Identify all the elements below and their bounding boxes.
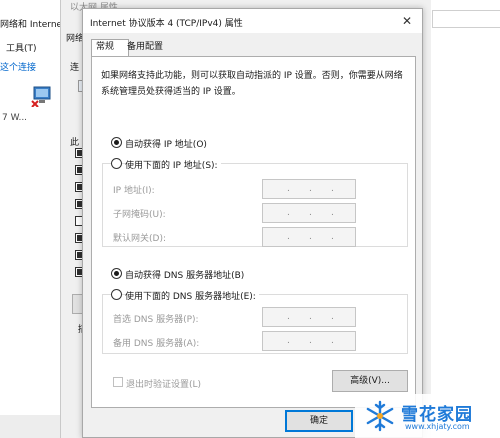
connection-link[interactable]: 这个连接 (0, 60, 36, 73)
dns-auto-radio[interactable] (111, 268, 122, 279)
background-bottom-area (0, 415, 60, 438)
default-gateway-input[interactable]: . . . (262, 227, 356, 247)
ip-auto-radio[interactable] (111, 137, 122, 148)
tcpip-properties-dialog: Internet 协议版本 4 (TCP/IPv4) 属性 ✕ 常规 备用配置 … (82, 8, 423, 438)
watermark: 雪花家园 www.xhjaty.com (355, 394, 500, 438)
ip-dot: . (309, 208, 312, 218)
ip-dot: . (287, 336, 290, 346)
tab-alternate-config[interactable]: 备用配置 (123, 40, 175, 55)
ip-dot: . (331, 208, 334, 218)
alternate-dns-label: 备用 DNS 服务器(A): (113, 339, 200, 349)
close-icon[interactable]: ✕ (398, 12, 416, 30)
watermark-url: www.xhjaty.com (405, 422, 470, 431)
ip-dot: . (331, 336, 334, 346)
intro-text: 如果网络支持此功能，则可以获取自动指派的 IP 设置。否则，你需要从网络系统管理… (101, 71, 403, 97)
network-adapter-icon[interactable] (31, 85, 53, 107)
ip-dot: . (309, 312, 312, 322)
connect-using-label: 连 (70, 63, 80, 73)
ip-dot: . (331, 312, 334, 322)
components-label: 此 (70, 138, 80, 148)
adapter-label: 7 W... (2, 113, 28, 123)
subnet-mask-label: 子网掩码(U): (113, 210, 166, 220)
ip-dot: . (309, 232, 312, 242)
alternate-dns-input[interactable]: . . . (262, 331, 356, 351)
dns-auto-label[interactable]: 自动获得 DNS 服务器地址(B) (125, 268, 244, 281)
ip-dot: . (287, 312, 290, 322)
general-tab-panel: 如果网络支持此功能，则可以获取自动指派的 IP 设置。否则，你需要从网络系统管理… (91, 56, 416, 408)
default-gateway-label: 默认网关(D): (113, 234, 166, 244)
dialog-title: Internet 协议版本 4 (TCP/IPv4) 属性 (90, 19, 243, 29)
search-box[interactable] (432, 10, 500, 28)
preferred-dns-label: 首选 DNS 服务器(P): (113, 315, 199, 325)
subnet-mask-input[interactable]: . . . (262, 203, 356, 223)
ip-address-label: IP 地址(I): (113, 186, 155, 196)
dns-manual-radio[interactable] (111, 289, 122, 300)
ip-dot: . (309, 336, 312, 346)
ip-dot: . (287, 184, 290, 194)
ip-address-input[interactable]: . . . (262, 179, 356, 199)
advanced-button[interactable]: 高级(V)... (332, 370, 408, 392)
validate-settings-checkbox[interactable] (113, 377, 123, 387)
dns-manual-label[interactable]: 使用下面的 DNS 服务器地址(E): (125, 289, 259, 302)
ok-button[interactable]: 确定 (285, 410, 353, 432)
ip-dot: . (287, 232, 290, 242)
preferred-dns-input[interactable]: . . . (262, 307, 356, 327)
ip-auto-label[interactable]: 自动获得 IP 地址(O) (125, 137, 207, 150)
validate-settings-label[interactable]: 退出时验证设置(L) (126, 377, 201, 390)
snowflake-logo-icon (366, 400, 394, 432)
ip-dot: . (331, 184, 334, 194)
ip-manual-label[interactable]: 使用下面的 IP 地址(S): (125, 158, 221, 171)
background-window-title: 网络和 Interne (0, 20, 63, 30)
ip-dot: . (287, 208, 290, 218)
ip-manual-radio[interactable] (111, 158, 122, 169)
ip-dot: . (331, 232, 334, 242)
ip-dot: . (309, 184, 312, 194)
tools-menu[interactable]: 工具(T) (6, 41, 37, 54)
